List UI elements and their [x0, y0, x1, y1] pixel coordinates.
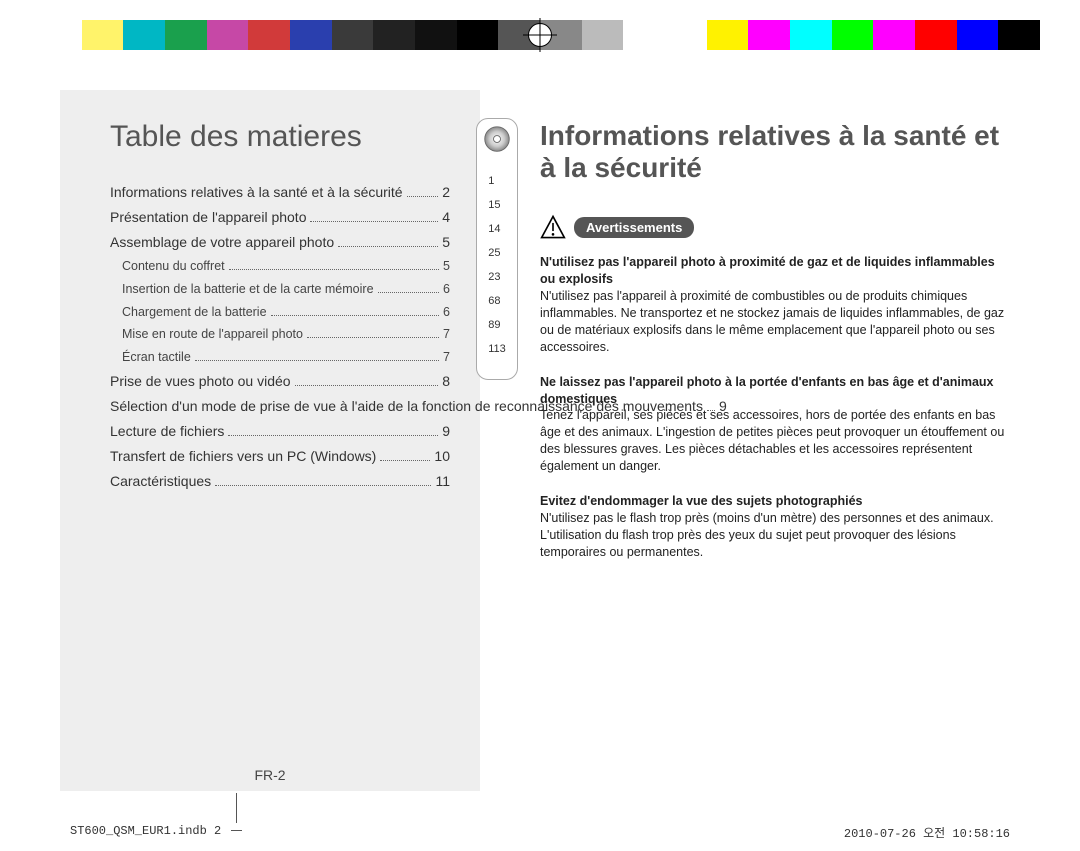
toc-entry-page: 7: [443, 325, 450, 344]
toc-entry: Écran tactile 7: [110, 348, 450, 367]
toc-entry: Transfert de fichiers vers un PC (Window…: [110, 446, 450, 467]
warning-chip: Avertissements: [574, 217, 694, 238]
color-swatch: [832, 20, 874, 50]
warning-paragraph: N'utilisez pas l'appareil photo à proxim…: [540, 254, 1010, 355]
side-index-number: 14: [488, 223, 506, 235]
paragraph-heading: N'utilisez pas l'appareil photo à proxim…: [540, 255, 995, 286]
toc-entry: Contenu du coffret 5: [110, 257, 450, 276]
toc-entry: Sélection d'un mode de prise de vue à l'…: [110, 396, 450, 417]
toc-entry: Lecture de fichiers 9: [110, 421, 450, 442]
color-swatch: [82, 20, 124, 50]
side-index-number: 23: [488, 271, 506, 283]
toc-entry-label: Transfert de fichiers vers un PC (Window…: [110, 446, 376, 467]
color-swatch: [290, 20, 332, 50]
paragraph-body: N'utilisez pas l'appareil à proximité de…: [540, 288, 1010, 356]
toc-entry-label: Caractéristiques: [110, 471, 211, 492]
toc-entry: Insertion de la batterie et de la carte …: [110, 280, 450, 299]
color-swatch: [40, 20, 82, 50]
color-swatch: [373, 20, 415, 50]
toc-entry-label: Informations relatives à la santé et à l…: [110, 182, 403, 203]
toc-entry: Présentation de l'appareil photo 4: [110, 207, 450, 228]
side-index-number: 15: [488, 199, 506, 211]
toc-entry-label: Lecture de fichiers: [110, 421, 224, 442]
toc-entry-page: 8: [442, 371, 450, 392]
print-color-bar: [40, 20, 1040, 50]
color-swatch: [748, 20, 790, 50]
paragraph-heading: Evitez d'endommager la vue des sujets ph…: [540, 494, 863, 508]
registration-mark: [528, 10, 552, 60]
warning-paragraph: Evitez d'endommager la vue des sujets ph…: [540, 493, 1010, 561]
side-index-number: 68: [488, 295, 506, 307]
color-swatch: [915, 20, 957, 50]
toc-entry-page: 6: [443, 303, 450, 322]
warning-header: Avertissements: [540, 214, 1010, 240]
color-swatch: [123, 20, 165, 50]
toc-entry-label: Présentation de l'appareil photo: [110, 207, 306, 228]
toc-title: Table des matieres: [110, 120, 450, 154]
toc-entry-label: Insertion de la batterie et de la carte …: [122, 280, 374, 299]
color-swatch: [415, 20, 457, 50]
side-index-number: 1: [488, 175, 506, 187]
color-swatch: [707, 20, 749, 50]
toc-panel: Table des matieres Informations relative…: [60, 90, 480, 791]
toc-entry-page: 9: [719, 396, 727, 417]
cd-icon: [483, 125, 511, 153]
toc-entry-label: Sélection d'un mode de prise de vue à l'…: [110, 396, 703, 417]
toc-entry-label: Mise en route de l'appareil photo: [122, 325, 303, 344]
toc-entry-page: 9: [442, 421, 450, 442]
color-swatch: [623, 20, 665, 50]
color-swatch: [582, 20, 624, 50]
toc-list: Informations relatives à la santé et à l…: [110, 182, 450, 492]
body-panel: Informations relatives à la santé et à l…: [480, 90, 1020, 791]
color-swatch: [957, 20, 999, 50]
toc-entry: Prise de vues photo ou vidéo 8: [110, 371, 450, 392]
color-swatch: [998, 20, 1040, 50]
paragraph-body: N'utilisez pas le flash trop près (moins…: [540, 510, 1010, 561]
toc-entry-page: 7: [443, 348, 450, 367]
color-swatch: [332, 20, 374, 50]
toc-entry-page: 10: [434, 446, 450, 467]
paragraph-body: Tenez l'appareil, ses pièces et ses acce…: [540, 407, 1010, 475]
footer-filename: ST600_QSM_EUR1.indb 2: [70, 824, 221, 841]
side-index-number: 89: [488, 319, 506, 331]
toc-entry-label: Chargement de la batterie: [122, 303, 267, 322]
toc-entry-page: 6: [443, 280, 450, 299]
print-footer: ST600_QSM_EUR1.indb 2 2010-07-26 오전 10:5…: [70, 824, 1010, 841]
toc-entry-page: 5: [442, 232, 450, 253]
color-swatch: [165, 20, 207, 50]
toc-entry: Assemblage de votre appareil photo 5: [110, 232, 450, 253]
toc-entry-page: 11: [435, 471, 450, 492]
color-swatch: [790, 20, 832, 50]
color-swatch: [665, 20, 707, 50]
side-index-number: 113: [488, 343, 506, 355]
toc-entry-label: Écran tactile: [122, 348, 191, 367]
toc-entry: Mise en route de l'appareil photo 7: [110, 325, 450, 344]
page-number: FR-2: [254, 767, 285, 783]
toc-entry: Chargement de la batterie 6: [110, 303, 450, 322]
toc-entry: Informations relatives à la santé et à l…: [110, 182, 450, 203]
warning-paragraph: Ne laissez pas l'appareil photo à la por…: [540, 374, 1010, 475]
footer-timestamp: 2010-07-26 오전 10:58:16: [844, 824, 1010, 841]
color-swatch: [248, 20, 290, 50]
side-index-strip: 1 15 14 25 23 68 89 113: [476, 118, 518, 380]
warning-icon: [540, 214, 566, 240]
toc-entry-page: 4: [442, 207, 450, 228]
color-swatch: [873, 20, 915, 50]
toc-entry: Caractéristiques 11: [110, 471, 450, 492]
color-swatch: [207, 20, 249, 50]
toc-entry-label: Contenu du coffret: [122, 257, 225, 276]
toc-entry-page: 2: [442, 182, 450, 203]
toc-entry-label: Prise de vues photo ou vidéo: [110, 371, 291, 392]
color-swatch: [457, 20, 499, 50]
side-index-number: 25: [488, 247, 506, 259]
section-title: Informations relatives à la santé et à l…: [540, 120, 1010, 184]
crop-mark: [236, 793, 237, 823]
page-content: Table des matieres Informations relative…: [60, 90, 1020, 791]
toc-entry-page: 5: [443, 257, 450, 276]
toc-entry-label: Assemblage de votre appareil photo: [110, 232, 334, 253]
